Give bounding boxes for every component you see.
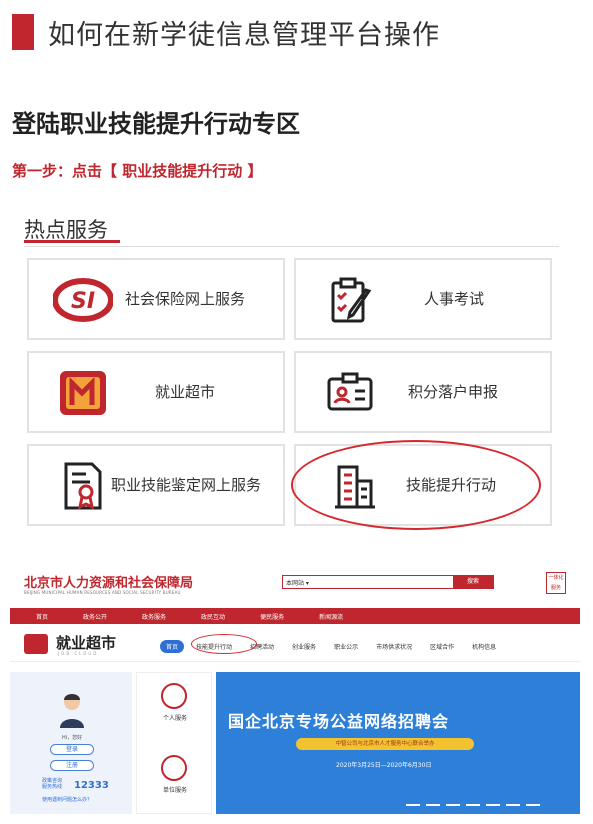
org-subtitle: BEIJING MUNICIPAL HUMAN RESOURCES AND SO…: [24, 590, 181, 595]
login-button[interactable]: 登录: [50, 744, 94, 755]
tab-market[interactable]: 市场供求状况: [376, 642, 412, 651]
nav-item[interactable]: 政务服务: [142, 612, 166, 621]
certificate-icon: [53, 460, 113, 512]
svg-text:SI: SI: [71, 289, 95, 314]
id-card-icon: [320, 367, 380, 419]
page-header: 如何在新学徒信息管理平台操作: [12, 14, 440, 51]
jiuye-logo-icon: [24, 634, 48, 654]
highlight-oval: [291, 440, 541, 530]
service-card-points-residency[interactable]: 积分落户申报: [294, 351, 552, 433]
search-box[interactable]: 本网站 ▾ 搜索: [282, 575, 494, 589]
hotline-number: 12333: [74, 780, 109, 791]
shortcut-label[interactable]: 个人服务: [137, 713, 213, 722]
search-scope-select[interactable]: 本网站 ▾: [283, 578, 453, 587]
section-heading: 登陆职业技能提升行动专区: [12, 110, 300, 138]
service-label: 积分落户申报: [408, 383, 499, 401]
tab-regional[interactable]: 区域合作: [430, 642, 454, 651]
service-label: 就业超市: [155, 383, 216, 401]
emblem-logo: 一体化 服务: [546, 572, 566, 594]
header-accent-bar: [12, 14, 34, 50]
exam-clipboard-icon: [320, 274, 380, 326]
tab-entrepreneurship[interactable]: 创业服务: [292, 642, 316, 651]
jiuye-header: 就业超市 JOB CLOUD 首页 技能提升行动 招聘活动 创业服务 职业公示 …: [10, 628, 580, 662]
org-name: 北京市人力资源和社会保障局: [24, 576, 194, 591]
hot-services-underline: [24, 240, 120, 243]
employment-logo-icon: [53, 367, 113, 419]
register-button[interactable]: 注册: [50, 760, 94, 771]
nav-item[interactable]: 新闻源流: [319, 612, 343, 621]
promo-banner[interactable]: 国企北京专场公益网络招聘会 中智公司与北京市人才服务中心联合举办 2020年3月…: [216, 672, 580, 814]
user-panel: Hi，您好 登录 注册 政策咨询 服务热线 12333 使用遇到问题怎么办？: [10, 672, 132, 814]
nav-item[interactable]: 便民服务: [260, 612, 284, 621]
step-instruction: 第一步：点击【 职业技能提升行动 】: [12, 162, 263, 180]
banner-date: 2020年3月25日—2020年6月30日: [336, 762, 432, 769]
tab-institutions[interactable]: 机构信息: [472, 642, 496, 651]
carousel-dots[interactable]: [406, 804, 546, 806]
service-card-employment-market[interactable]: 就业超市: [27, 351, 285, 433]
building-icon[interactable]: [161, 755, 187, 781]
nav-item[interactable]: 政民互动: [201, 612, 225, 621]
divider: [24, 246, 559, 247]
website-screenshot: 北京市人力资源和社会保障局 BEIJING MUNICIPAL HUMAN RE…: [10, 564, 580, 814]
service-label: 人事考试: [424, 290, 485, 308]
hotline-label: 政策咨询 服务热线: [42, 778, 63, 790]
banner-subtitle: 中智公司与北京市人才服务中心联合举办: [296, 738, 474, 750]
tab-home[interactable]: 首页: [160, 640, 185, 653]
banner-title: 国企北京专场公益网络招聘会: [228, 712, 450, 731]
search-button[interactable]: 搜索: [453, 576, 493, 588]
tab-announcements[interactable]: 职业公示: [334, 642, 358, 651]
page-title: 如何在新学徒信息管理平台操作: [48, 19, 440, 51]
jiuye-subtitle: JOB CLOUD: [58, 651, 99, 656]
service-label: 社会保险网上服务: [125, 290, 246, 308]
greeting: Hi，您好: [62, 735, 83, 741]
service-shortcuts: 个人服务 单位服务: [136, 672, 212, 814]
si-logo-icon: SI: [53, 274, 113, 326]
service-card-social-insurance[interactable]: SI 社会保险网上服务: [27, 258, 285, 340]
highlight-oval-small: [191, 634, 257, 654]
service-card-skill-appraisal[interactable]: 职业技能鉴定网上服务: [27, 444, 285, 526]
service-label: 职业技能鉴定网上服务: [111, 476, 262, 494]
help-link[interactable]: 使用遇到问题怎么办？: [42, 796, 92, 803]
nav-item[interactable]: 政务公开: [83, 612, 107, 621]
nav-item[interactable]: 首页: [36, 612, 48, 621]
person-icon[interactable]: [161, 683, 187, 709]
jiuye-title: 就业超市: [56, 634, 117, 652]
main-nav: 首页 政务公开 政务服务 政民互动 便民服务 新闻源流: [10, 608, 580, 624]
service-card-personnel-exam[interactable]: 人事考试: [294, 258, 552, 340]
avatar: [60, 694, 84, 728]
shortcut-label[interactable]: 单位服务: [137, 785, 213, 794]
